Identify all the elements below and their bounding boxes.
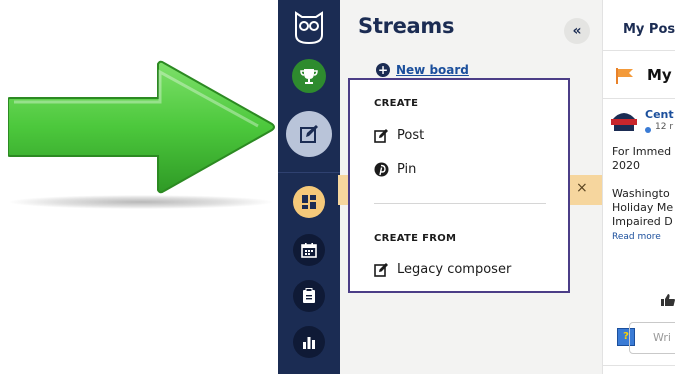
menu-divider <box>374 203 546 204</box>
create-post-label: Post <box>397 128 425 143</box>
owl-logo-icon[interactable] <box>292 9 326 45</box>
create-heading: CREATE <box>374 98 419 109</box>
post-text-line: Washingto <box>612 187 670 200</box>
green-arrow-icon <box>8 60 275 194</box>
new-board-label: New board <box>396 63 469 77</box>
author-avatar <box>611 113 637 131</box>
flag-icon <box>616 68 633 84</box>
post-text-line: For Immed <box>612 145 672 158</box>
create-post-item[interactable]: Post <box>374 128 424 143</box>
analytics-button[interactable] <box>293 326 325 358</box>
pinterest-icon <box>374 162 389 177</box>
post-text-line: 2020 <box>612 159 640 172</box>
calendar-icon <box>301 243 317 258</box>
close-banner-icon[interactable]: × <box>576 180 588 196</box>
rail-divider <box>278 172 340 173</box>
board-pane: My Pos My I Cent 12 r For Immed 2020 Was… <box>602 0 675 374</box>
post-text-line: Impaired D <box>612 215 673 228</box>
create-pin-item[interactable]: Pin <box>374 162 416 177</box>
dashboard-icon <box>302 195 316 209</box>
dashboard-button[interactable] <box>293 186 325 218</box>
post-author[interactable]: Cent <box>645 108 674 121</box>
trophy-button[interactable] <box>292 59 326 93</box>
pane-divider <box>603 98 675 99</box>
legacy-composer-item[interactable]: Legacy composer <box>374 262 511 277</box>
new-board-link[interactable]: + New board <box>376 63 469 77</box>
pane-divider <box>603 50 675 51</box>
thumbs-up-icon[interactable] <box>661 294 675 306</box>
read-more-link[interactable]: Read more <box>612 232 661 242</box>
board-name: My I <box>647 66 675 84</box>
streams-title: Streams <box>358 14 455 38</box>
clipboard-button[interactable] <box>293 280 325 312</box>
post-text-line: Holiday Me <box>612 201 674 214</box>
trophy-icon <box>300 69 318 84</box>
pane-divider <box>603 365 675 366</box>
compose-icon <box>300 125 318 143</box>
plus-circle-icon: + <box>376 63 390 77</box>
arrow-shadow <box>10 195 272 209</box>
bar-chart-icon <box>303 337 315 349</box>
nav-rail <box>278 0 340 374</box>
create-menu: CREATE Post Pin CREATE FROM Legacy compo… <box>348 78 570 293</box>
legacy-composer-label: Legacy composer <box>397 262 512 277</box>
clipboard-icon <box>303 288 315 303</box>
compose-icon <box>374 263 388 277</box>
create-from-heading: CREATE FROM <box>374 233 457 244</box>
collapse-panel-button[interactable]: « <box>564 18 590 44</box>
calendar-button[interactable] <box>293 234 325 266</box>
comment-placeholder: Wri <box>653 331 671 344</box>
globe-dot-icon <box>645 127 651 133</box>
compose-icon <box>374 129 388 143</box>
compose-button[interactable] <box>286 111 332 157</box>
post-time: 12 r <box>655 122 674 132</box>
pane-title: My Pos <box>623 22 675 37</box>
create-pin-label: Pin <box>397 162 417 177</box>
